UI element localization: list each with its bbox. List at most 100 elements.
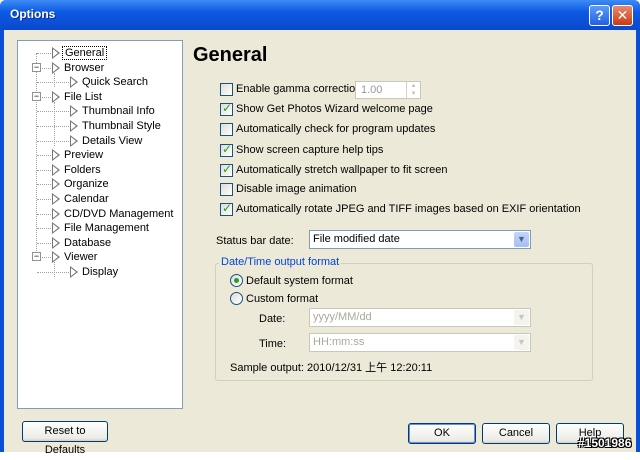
page-node-icon: [70, 105, 78, 118]
default-format-label: Default system format: [246, 275, 353, 287]
tree-item-label: Calendar: [64, 193, 109, 205]
options-window: Options ? ✕ General − Browser Quick Search −…: [0, 0, 640, 456]
tree-connector: [37, 126, 69, 127]
chevron-down-icon[interactable]: ▼: [514, 232, 529, 247]
options-tree[interactable]: General − Browser Quick Search − File List Thu…: [17, 40, 183, 409]
checkbox-label: Disable image animation: [236, 183, 357, 195]
checkmark-icon: ✓: [222, 201, 233, 215]
checkbox-label: Show screen capture help tips: [236, 144, 384, 156]
radio-selected-icon: [234, 278, 239, 283]
tree-guide-line: [54, 262, 55, 277]
custom-format-label: Custom format: [246, 293, 319, 305]
collapse-icon[interactable]: −: [32, 91, 41, 101]
tree-connector: [37, 155, 51, 157]
tree-item-label: Thumbnail Info: [82, 105, 155, 118]
datetime-group-legend: Date/Time output format: [219, 256, 342, 268]
tree-item-label: Folders: [64, 163, 101, 176]
tree-item-label: Browser: [64, 61, 105, 74]
tree-connector: [37, 184, 51, 186]
watermark: #1501986: [578, 436, 632, 450]
chevron-down-icon[interactable]: ▼: [514, 310, 529, 325]
checkbox-label: Show Get Photos Wizard welcome page: [236, 103, 433, 115]
page-node-icon: [52, 149, 60, 162]
default-format-radio[interactable]: [230, 274, 243, 287]
checkbox-label: Automatically rotate JPEG and TIFF image…: [236, 203, 581, 215]
tree-connector: [42, 96, 51, 98]
checkbox[interactable]: ✓: [220, 142, 233, 157]
spin-up-icon[interactable]: ▲: [407, 82, 420, 90]
status-bar-date-value: File modified date: [313, 233, 400, 245]
ok-label: OK: [434, 427, 450, 439]
page-node-icon: [52, 47, 60, 59]
checkmark-icon: ✓: [222, 101, 233, 115]
spin-down-icon[interactable]: ▼: [407, 90, 420, 98]
tree-item-label: CD/DVD Management: [64, 207, 174, 220]
cancel-button[interactable]: Cancel: [482, 423, 550, 444]
page-node-icon: [52, 193, 60, 205]
checkbox-label: Automatically stretch wallpaper to fit s…: [236, 164, 448, 176]
page-node-icon: [70, 76, 78, 89]
tree-connector: [37, 213, 51, 215]
custom-format-radio[interactable]: [230, 292, 243, 305]
chevron-down-icon[interactable]: ▼: [514, 335, 529, 350]
tree-connector: [37, 199, 51, 200]
page-node-icon: [52, 163, 60, 176]
tree-connector: [42, 67, 51, 69]
checkbox[interactable]: ✓: [220, 101, 233, 116]
checkbox[interactable]: [220, 83, 233, 96]
help-title-button[interactable]: ?: [589, 5, 610, 26]
checkbox[interactable]: [220, 183, 233, 196]
page-node-icon: [52, 178, 60, 191]
close-button[interactable]: ✕: [612, 5, 633, 26]
status-bar-date-select[interactable]: File modified date ▼: [309, 230, 531, 249]
checkbox-label: Enable gamma correction:: [236, 83, 365, 95]
gamma-spinner[interactable]: 1.00 ▲ ▼: [355, 81, 421, 99]
status-bar-date-label: Status bar date:: [216, 235, 294, 247]
tree-connector: [42, 257, 51, 259]
gamma-spin-buttons[interactable]: ▲ ▼: [406, 82, 420, 98]
tree-item-label: General: [62, 46, 108, 60]
page-node-icon: [52, 207, 60, 220]
checkbox-label: Automatically check for program updates: [236, 123, 436, 135]
date-label: Date:: [259, 313, 286, 325]
tree-connector: [37, 111, 69, 113]
tree-item-label: Preview: [64, 149, 104, 162]
title-bar[interactable]: Options ? ✕: [0, 0, 640, 30]
tree-item-label: File Management: [64, 222, 149, 235]
tree-connector: [37, 53, 51, 54]
cancel-label: Cancel: [498, 427, 534, 439]
page-node-icon: [52, 236, 60, 249]
collapse-icon[interactable]: −: [32, 252, 41, 262]
tree-item-label: Display: [82, 266, 119, 278]
tree-connector: [37, 272, 69, 273]
checkbox[interactable]: ✓: [220, 201, 233, 216]
time-label: Time:: [259, 338, 287, 350]
tree-item-label: File List: [64, 90, 102, 103]
window-title: Options: [10, 7, 56, 21]
tree-item-label: Quick Search: [82, 76, 149, 89]
page-title: General: [193, 44, 268, 66]
date-format-select[interactable]: yyyy/MM/dd ▼: [309, 308, 531, 327]
checkbox[interactable]: ✓: [220, 162, 233, 177]
tree-guide-line: [54, 72, 55, 88]
tree-guide-line: [54, 101, 55, 146]
checkbox[interactable]: [220, 123, 233, 136]
page-node-icon: [70, 266, 78, 278]
reset-defaults-button[interactable]: Reset to Defaults: [22, 421, 108, 456]
tree-connector: [37, 140, 69, 142]
time-format-value: HH:mm:ss: [313, 336, 365, 348]
page-node-icon: [70, 134, 78, 147]
tree-item-label: Details View: [82, 134, 143, 147]
reset-label: Reset to Defaults: [44, 425, 86, 456]
tree-connector: [37, 169, 51, 171]
ok-button[interactable]: OK: [408, 423, 476, 444]
tree-item-label: Organize: [64, 178, 109, 191]
tree-item-label: Viewer: [64, 251, 98, 264]
collapse-icon[interactable]: −: [32, 62, 41, 72]
checkmark-icon: ✓: [222, 162, 233, 176]
tree-connector: [37, 82, 69, 84]
sample-output: Sample output: 2010/12/31 上午 12:20:11: [230, 362, 433, 374]
dialog-body: General − Browser Quick Search − File List Thu…: [4, 30, 636, 456]
page-node-icon: [52, 222, 60, 235]
time-format-select[interactable]: HH:mm:ss ▼: [309, 333, 531, 352]
